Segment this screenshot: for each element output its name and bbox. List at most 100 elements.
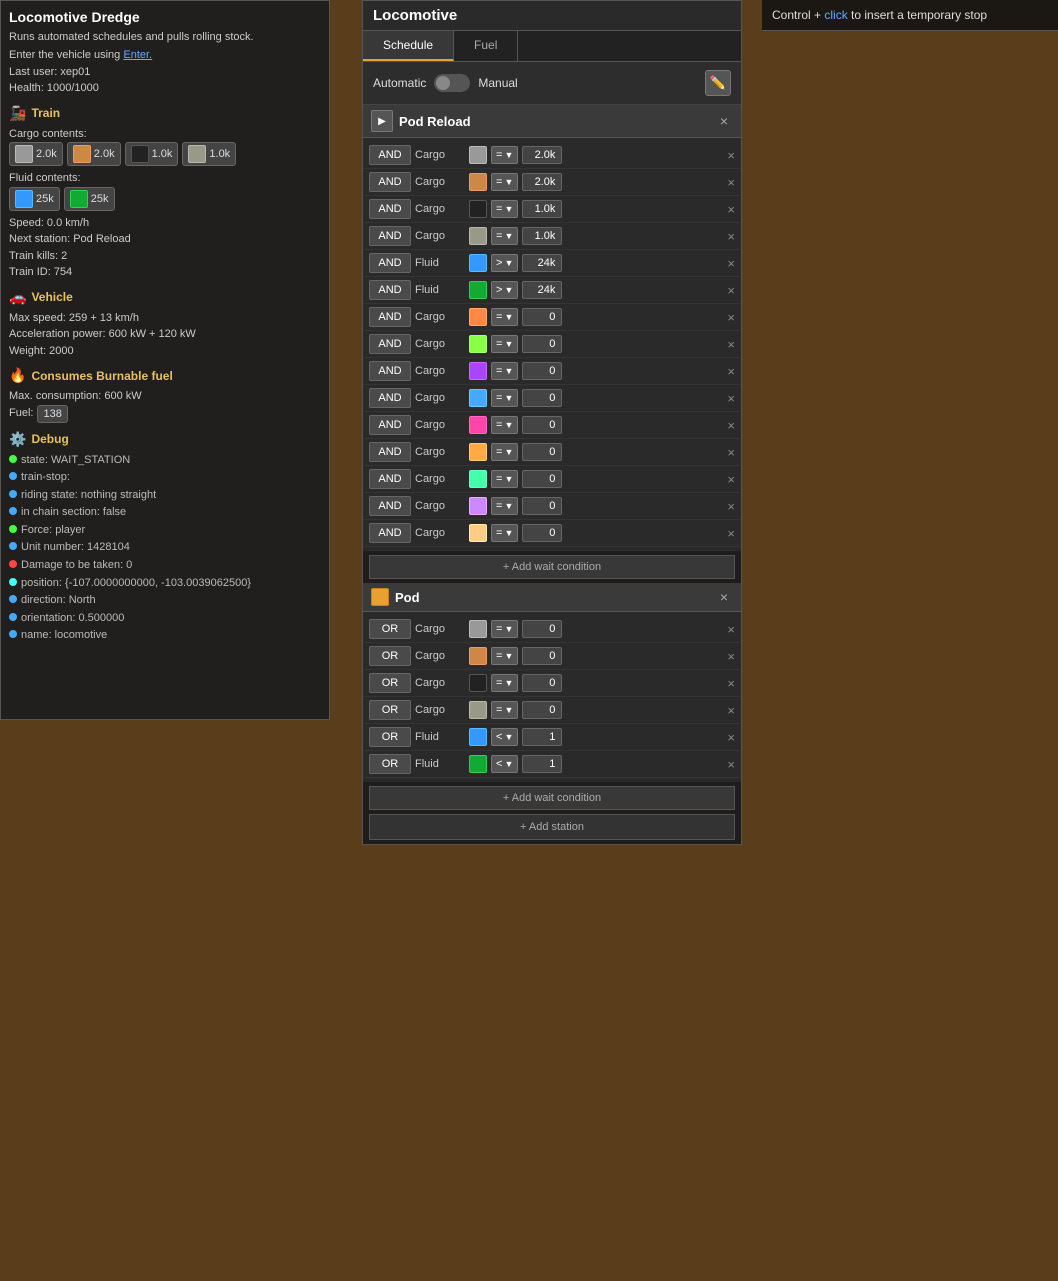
- connector-btn[interactable]: AND: [369, 415, 411, 435]
- station2-close-btn[interactable]: ×: [715, 588, 733, 606]
- cond-op[interactable]: = ▼: [491, 701, 518, 719]
- cond-op[interactable]: = ▼: [491, 362, 518, 380]
- cond-op[interactable]: = ▼: [491, 497, 518, 515]
- station1-play-btn[interactable]: ▶: [371, 110, 393, 132]
- tab-fuel[interactable]: Fuel: [454, 31, 518, 61]
- cond-type: Cargo: [415, 338, 465, 350]
- debug-dot: [9, 525, 17, 533]
- cond-value: 24k: [522, 281, 562, 299]
- connector-btn[interactable]: AND: [369, 145, 411, 165]
- cond-type: Cargo: [415, 446, 465, 458]
- cond-icon: [469, 254, 487, 272]
- cond-close-btn[interactable]: ×: [727, 418, 735, 433]
- cargo-item-copper: 2.0k: [67, 142, 121, 166]
- weight: Weight: 2000: [9, 343, 321, 360]
- cond-close-btn[interactable]: ×: [727, 337, 735, 352]
- cond-close-btn[interactable]: ×: [727, 703, 735, 718]
- cond-value: 0: [522, 389, 562, 407]
- connector-btn[interactable]: AND: [369, 523, 411, 543]
- cond-type: Cargo: [415, 149, 465, 161]
- fluid-label: Fluid contents:: [9, 170, 321, 187]
- cond-op[interactable]: = ▼: [491, 647, 518, 665]
- cond-close-btn[interactable]: ×: [727, 526, 735, 541]
- connector-btn[interactable]: AND: [369, 496, 411, 516]
- condition-row: OR Cargo = ▼ 0 ×: [363, 670, 741, 697]
- cond-close-btn[interactable]: ×: [727, 283, 735, 298]
- connector-btn[interactable]: AND: [369, 226, 411, 246]
- cond-op[interactable]: = ▼: [491, 416, 518, 434]
- station2-add-wait-btn[interactable]: + Add wait condition: [369, 786, 735, 810]
- cond-op[interactable]: = ▼: [491, 674, 518, 692]
- station2-name: Pod: [395, 590, 709, 605]
- add-station-btn[interactable]: + Add station: [369, 814, 735, 840]
- connector-btn[interactable]: AND: [369, 172, 411, 192]
- enter-link[interactable]: Enter.: [123, 49, 152, 61]
- debug-icon: ⚙️: [9, 431, 26, 448]
- debug-dot: [9, 542, 17, 550]
- cond-op[interactable]: = ▼: [491, 173, 518, 191]
- cond-value: 0: [522, 416, 562, 434]
- cond-close-btn[interactable]: ×: [727, 757, 735, 772]
- cond-op[interactable]: = ▼: [491, 389, 518, 407]
- cond-close-btn[interactable]: ×: [727, 445, 735, 460]
- connector-btn[interactable]: AND: [369, 253, 411, 273]
- click-link[interactable]: click: [824, 8, 847, 22]
- cond-close-btn[interactable]: ×: [727, 391, 735, 406]
- connector-btn[interactable]: AND: [369, 469, 411, 489]
- cond-value: 0: [522, 335, 562, 353]
- connector-btn[interactable]: OR: [369, 754, 411, 774]
- connector-btn[interactable]: AND: [369, 442, 411, 462]
- connector-btn[interactable]: AND: [369, 280, 411, 300]
- cond-close-btn[interactable]: ×: [727, 229, 735, 244]
- cond-op[interactable]: = ▼: [491, 200, 518, 218]
- connector-btn[interactable]: OR: [369, 673, 411, 693]
- debug-line: riding state: nothing straight: [9, 487, 321, 505]
- cond-op[interactable]: = ▼: [491, 443, 518, 461]
- cond-close-btn[interactable]: ×: [727, 364, 735, 379]
- condition-row: AND Cargo = ▼ 1.0k ×: [363, 223, 741, 250]
- cond-close-btn[interactable]: ×: [727, 148, 735, 163]
- cond-op[interactable]: < ▼: [491, 755, 518, 773]
- connector-btn[interactable]: OR: [369, 646, 411, 666]
- toggle-track[interactable]: [434, 74, 470, 92]
- cond-op[interactable]: = ▼: [491, 335, 518, 353]
- cond-close-btn[interactable]: ×: [727, 676, 735, 691]
- connector-btn[interactable]: AND: [369, 307, 411, 327]
- cond-icon: [469, 416, 487, 434]
- cond-op[interactable]: = ▼: [491, 308, 518, 326]
- cond-op[interactable]: > ▼: [491, 254, 518, 272]
- connector-btn[interactable]: AND: [369, 388, 411, 408]
- fuel-item: 138: [37, 405, 67, 423]
- cond-close-btn[interactable]: ×: [727, 472, 735, 487]
- cond-type: Cargo: [415, 650, 465, 662]
- cond-op[interactable]: = ▼: [491, 146, 518, 164]
- cond-op[interactable]: = ▼: [491, 524, 518, 542]
- connector-btn[interactable]: OR: [369, 727, 411, 747]
- cond-op[interactable]: = ▼: [491, 470, 518, 488]
- cond-close-btn[interactable]: ×: [727, 202, 735, 217]
- cond-close-btn[interactable]: ×: [727, 310, 735, 325]
- cond-type: Fluid: [415, 758, 465, 770]
- top-control-bar: Control + click to insert a temporary st…: [762, 0, 1058, 31]
- edit-icon[interactable]: ✏️: [705, 70, 731, 96]
- connector-btn[interactable]: OR: [369, 700, 411, 720]
- cond-close-btn[interactable]: ×: [727, 649, 735, 664]
- cond-close-btn[interactable]: ×: [727, 175, 735, 190]
- cond-op[interactable]: > ▼: [491, 281, 518, 299]
- cond-op[interactable]: = ▼: [491, 227, 518, 245]
- condition-row: OR Cargo = ▼ 0 ×: [363, 697, 741, 724]
- connector-btn[interactable]: AND: [369, 334, 411, 354]
- cond-close-btn[interactable]: ×: [727, 622, 735, 637]
- connector-btn[interactable]: OR: [369, 619, 411, 639]
- cond-op[interactable]: < ▼: [491, 728, 518, 746]
- cond-close-btn[interactable]: ×: [727, 499, 735, 514]
- cond-close-btn[interactable]: ×: [727, 730, 735, 745]
- connector-btn[interactable]: AND: [369, 361, 411, 381]
- cond-op[interactable]: = ▼: [491, 620, 518, 638]
- debug-dot: [9, 595, 17, 603]
- station1-add-wait-btn[interactable]: + Add wait condition: [369, 555, 735, 579]
- connector-btn[interactable]: AND: [369, 199, 411, 219]
- station1-close-btn[interactable]: ×: [715, 112, 733, 130]
- cond-close-btn[interactable]: ×: [727, 256, 735, 271]
- tab-schedule[interactable]: Schedule: [363, 31, 454, 61]
